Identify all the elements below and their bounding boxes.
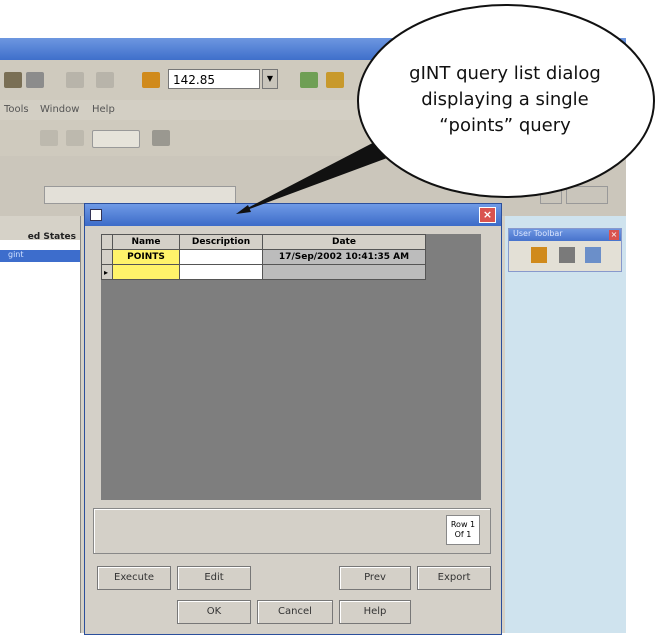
callout-pointer: [236, 135, 398, 214]
callout-text: gINT query list dialog displaying a sing…: [380, 61, 630, 139]
callout-line-1: gINT query list dialog: [409, 63, 601, 84]
callout-line-3: “points” query: [439, 115, 571, 136]
arrowhead-icon: [236, 205, 251, 214]
callout-line-2: displaying a single: [421, 89, 589, 110]
